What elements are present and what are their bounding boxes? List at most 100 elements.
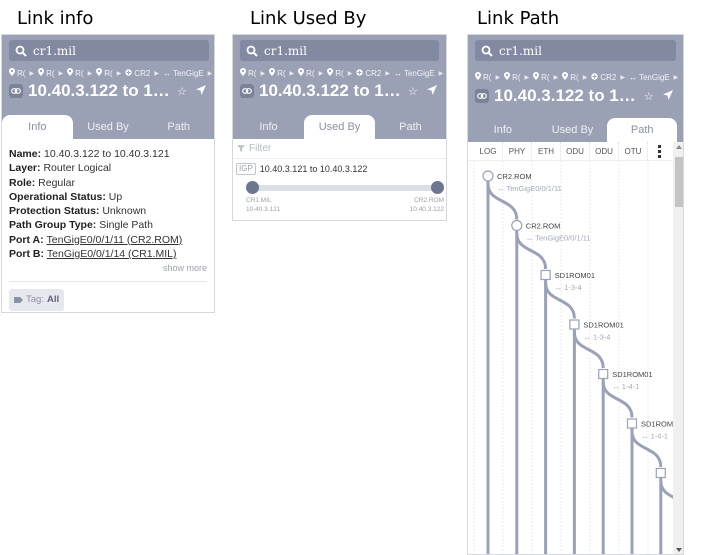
star-icon[interactable]: ☆ bbox=[408, 85, 418, 98]
navigate-icon[interactable] bbox=[195, 85, 206, 98]
scroll-down-arrow[interactable] bbox=[676, 548, 682, 552]
tag-value: All bbox=[46, 293, 60, 305]
path-node-port: ↔ 1-4-1 bbox=[641, 432, 668, 441]
info-field-value: Unknown bbox=[102, 205, 147, 218]
breadcrumb-separator-icon: ▶ bbox=[207, 70, 213, 77]
breadcrumb-label: R( bbox=[512, 72, 521, 82]
layer-column-otu[interactable]: OTU bbox=[619, 142, 648, 160]
right-node-name: CR2.ROM bbox=[414, 197, 444, 204]
breadcrumb-item[interactable]: R( bbox=[9, 68, 25, 78]
search-icon bbox=[481, 45, 493, 57]
search-input[interactable]: cr1.mil bbox=[240, 40, 439, 61]
breadcrumb-item[interactable]: R( bbox=[327, 68, 344, 78]
breadcrumb-separator-icon: ▶ bbox=[620, 74, 625, 81]
filter-input[interactable]: Filter bbox=[233, 139, 446, 159]
tab-used-by[interactable]: Used By bbox=[304, 115, 375, 139]
search-value: cr1.mil bbox=[499, 43, 542, 58]
location-pin-icon bbox=[240, 68, 246, 78]
breadcrumb-item[interactable]: R( bbox=[298, 68, 315, 78]
tab-path[interactable]: Path bbox=[607, 118, 678, 142]
layer-column-odu[interactable]: ODU bbox=[561, 142, 590, 160]
node-dot-right bbox=[431, 181, 444, 194]
tab-path[interactable]: Path bbox=[375, 115, 446, 139]
navigate-icon[interactable] bbox=[662, 90, 673, 103]
used-by-item[interactable]: IGP 10.40.3.121 to 10.40.3.122 CR1.MIL 1… bbox=[233, 159, 446, 220]
breadcrumb-label: R( bbox=[335, 68, 344, 78]
star-icon[interactable]: ☆ bbox=[177, 85, 187, 98]
device-node-icon[interactable] bbox=[540, 269, 551, 281]
layer-column-odu[interactable]: ODU bbox=[590, 142, 619, 160]
igp-badge: IGP bbox=[236, 163, 256, 175]
tab-used-by[interactable]: Used By bbox=[538, 118, 608, 142]
router-node-icon[interactable] bbox=[482, 170, 494, 182]
tab-info[interactable]: Info bbox=[2, 115, 73, 139]
vertical-scrollbar[interactable] bbox=[673, 142, 683, 554]
link-title: 10.40.3.122 to 1… bbox=[28, 81, 170, 100]
info-field-row: Name: 10.40.3.122 to 10.40.3.121 bbox=[9, 147, 207, 161]
info-field-row: Protection Status: Unknown bbox=[9, 204, 207, 218]
breadcrumb-label: R( bbox=[570, 72, 579, 82]
panel-header: cr1.mil R(▶ R(▶ R(▶ R(▶ CR2 ▶ ↔ TenGigE ▶ 10.40.… bbox=[233, 35, 446, 139]
info-body: Name: 10.40.3.122 to 10.40.3.121 Layer: R… bbox=[2, 139, 214, 311]
breadcrumb-item[interactable]: ↔ TenGigE bbox=[629, 73, 670, 82]
path-connector-curve bbox=[659, 480, 673, 499]
path-view: CR2.ROM ↔ TenGigE0/0/1/11 CR2.ROM ↔ TenGigE… bbox=[468, 142, 683, 554]
breadcrumb: R(▶ R(▶ R(▶ R(▶ CR2 ▶ ↔ TenGigE ▶ bbox=[475, 72, 680, 82]
router-node-icon[interactable] bbox=[511, 219, 523, 232]
device-node-icon[interactable] bbox=[626, 418, 638, 429]
breadcrumb-label: R( bbox=[541, 72, 550, 82]
breadcrumb-item[interactable]: CR2 bbox=[356, 69, 381, 78]
breadcrumb-separator-icon: ▶ bbox=[154, 70, 159, 77]
info-field-row: Port A: TenGigE0/0/1/11 (CR2.ROM) bbox=[9, 233, 207, 247]
link-info-panel: cr1.mil R(▶ R(▶ R(▶ R(▶ CR2 ▶ ↔ TenGigE ▶ 10.40.… bbox=[1, 34, 215, 313]
scroll-up-arrow[interactable] bbox=[676, 145, 682, 149]
more-columns-icon[interactable] bbox=[656, 145, 662, 158]
breadcrumb-item[interactable]: ↔ TenGigE bbox=[163, 69, 204, 78]
breadcrumb-item[interactable]: R( bbox=[562, 72, 579, 82]
location-pin-icon bbox=[533, 72, 540, 82]
panel-header: cr1.mil R(▶ R(▶ R(▶ R(▶ CR2 ▶ ↔ TenGigE ▶ 10.40.… bbox=[2, 35, 214, 139]
breadcrumb-item[interactable]: R( bbox=[269, 68, 286, 78]
path-diagram: CR2.ROM ↔ TenGigE0/0/1/11 CR2.ROM ↔ TenGigE… bbox=[473, 161, 673, 554]
port-link[interactable]: TenGigE0/0/1/14 (CR1.MIL) bbox=[47, 248, 177, 260]
layer-column-eth[interactable]: ETH bbox=[532, 142, 561, 160]
tab-used-by[interactable]: Used By bbox=[73, 115, 144, 139]
breadcrumb-item[interactable]: R( bbox=[475, 72, 491, 82]
tab-info[interactable]: Info bbox=[468, 118, 538, 142]
router-icon bbox=[356, 68, 364, 78]
breadcrumb-item[interactable]: R( bbox=[240, 68, 256, 78]
breadcrumb-separator-icon: ▶ bbox=[289, 70, 295, 77]
link-title: 10.40.3.122 to 1… bbox=[494, 86, 636, 105]
search-input[interactable]: cr1.mil bbox=[475, 40, 676, 61]
star-icon[interactable]: ☆ bbox=[644, 90, 654, 103]
location-pin-icon bbox=[9, 68, 15, 78]
link-icon bbox=[9, 84, 23, 98]
device-node-icon[interactable] bbox=[598, 368, 609, 380]
scrollbar-thumb[interactable] bbox=[675, 157, 683, 207]
breadcrumb-item[interactable]: R( bbox=[67, 68, 84, 78]
show-more-link[interactable]: show more bbox=[9, 261, 207, 275]
breadcrumb-item[interactable]: CR2 bbox=[125, 69, 150, 78]
tab-info[interactable]: Info bbox=[233, 115, 304, 139]
caption-link-path: Link Path bbox=[477, 8, 560, 29]
tab-path[interactable]: Path bbox=[143, 115, 214, 139]
layer-column-log[interactable]: LOG bbox=[474, 142, 503, 160]
breadcrumb-item[interactable]: ↔ TenGigE bbox=[394, 69, 435, 78]
tag-label: Tag: bbox=[26, 293, 44, 305]
device-node-icon[interactable] bbox=[569, 319, 580, 330]
device-node-icon[interactable] bbox=[655, 467, 666, 479]
tag-filter-button[interactable]: Tag: All bbox=[9, 288, 65, 311]
search-icon bbox=[246, 45, 258, 57]
location-pin-icon bbox=[96, 68, 103, 78]
layer-column-phy[interactable]: PHY bbox=[503, 142, 532, 160]
info-field-label: Path Group Type: bbox=[9, 219, 100, 232]
path-node-name: SD1ROM bbox=[641, 420, 673, 429]
breadcrumb-item[interactable]: R( bbox=[533, 72, 550, 82]
navigate-icon[interactable] bbox=[426, 85, 437, 98]
breadcrumb-item[interactable]: R( bbox=[96, 68, 113, 78]
breadcrumb-item[interactable]: R( bbox=[504, 72, 521, 82]
breadcrumb-item[interactable]: R( bbox=[38, 68, 55, 78]
search-input[interactable]: cr1.mil bbox=[9, 40, 209, 61]
port-link[interactable]: TenGigE0/0/1/11 (CR2.ROM) bbox=[47, 234, 183, 246]
breadcrumb-item[interactable]: CR2 bbox=[591, 73, 616, 82]
